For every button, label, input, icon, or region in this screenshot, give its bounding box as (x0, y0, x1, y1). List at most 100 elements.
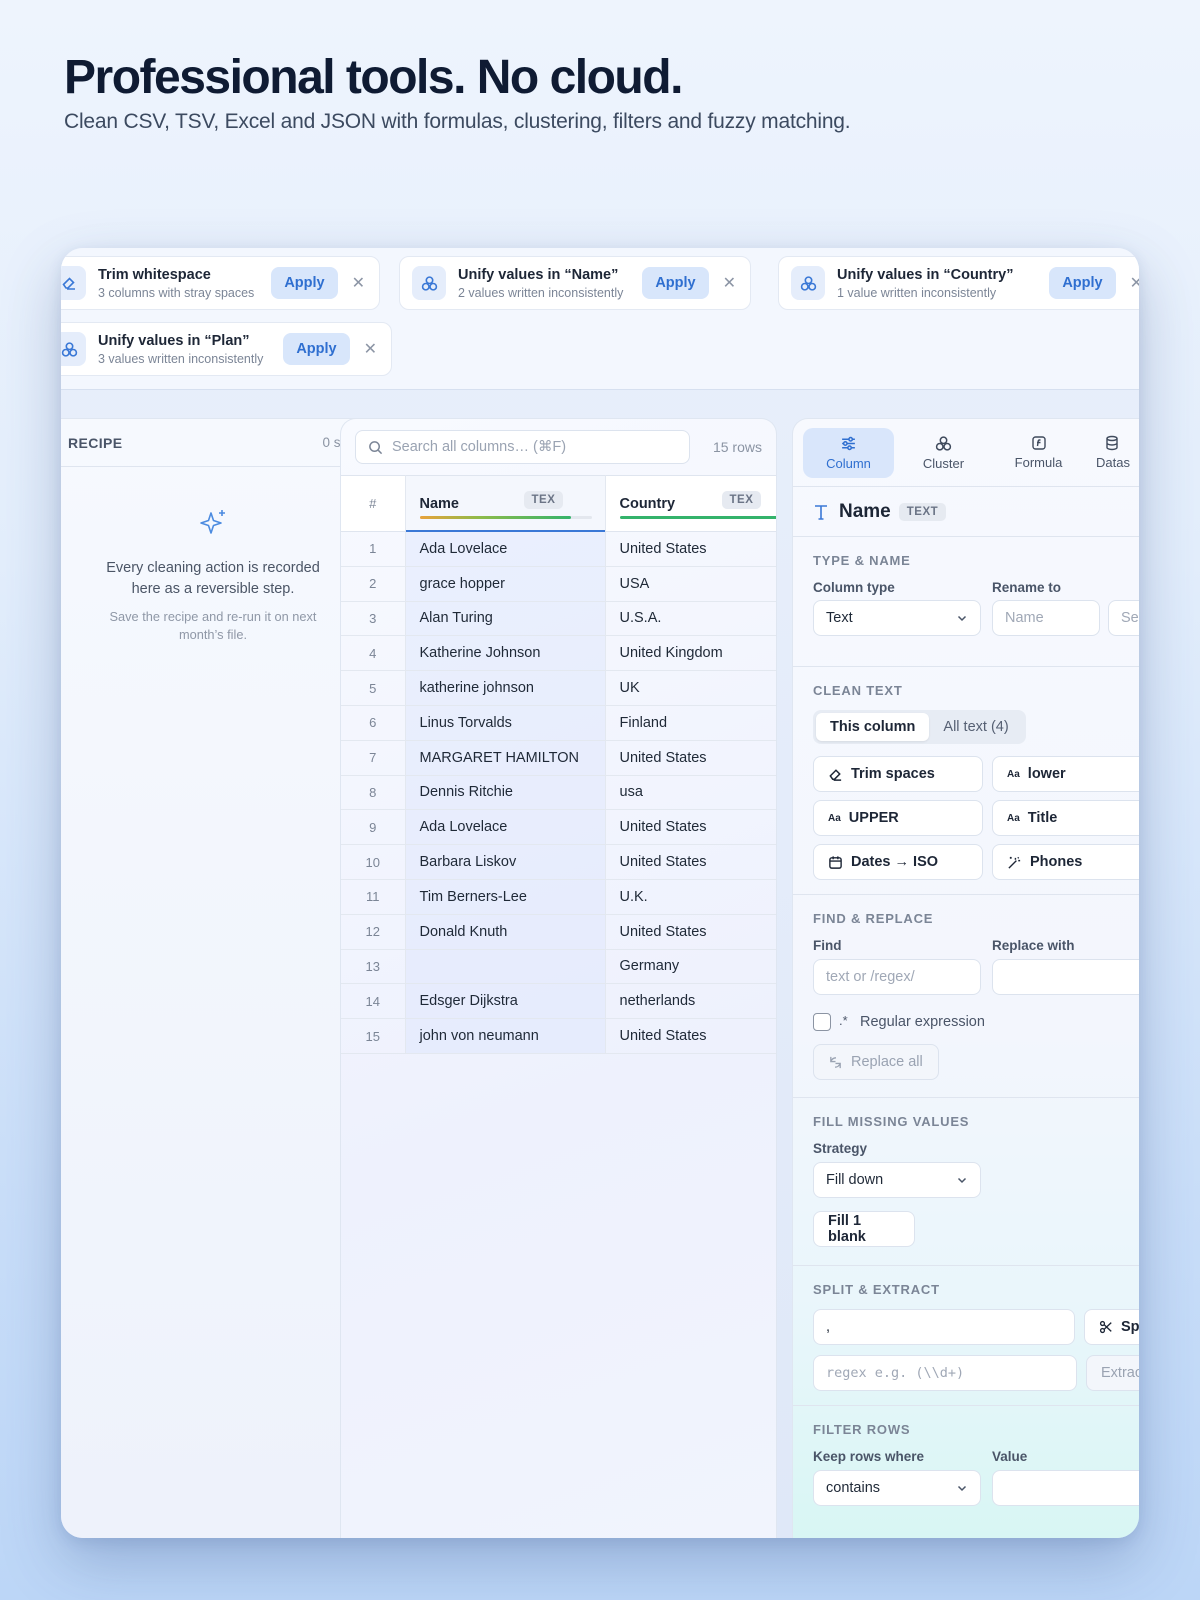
cell-country[interactable]: United States (605, 1018, 776, 1054)
suggestion-card: Unify values in “Country” 1 value writte… (778, 256, 1139, 310)
tab-label: Column (826, 455, 871, 471)
cell-country[interactable]: UK (605, 670, 776, 706)
table-row[interactable]: 13 Germany (341, 949, 776, 985)
cell-name[interactable]: Ada Lovelace (405, 809, 606, 846)
clean-text-section: CLEAN TEXT This column All text (4) Trim… (793, 667, 1139, 895)
split-button[interactable]: Spl (1084, 1309, 1139, 1345)
extract-button[interactable]: Extrac (1086, 1355, 1139, 1391)
table-row[interactable]: 5 katherine johnson UK (341, 670, 776, 706)
search-input[interactable]: Search all columns… (⌘F) (355, 430, 690, 464)
tab-cluster[interactable]: Cluster (898, 428, 989, 478)
apply-button[interactable]: Apply (271, 267, 338, 299)
grid-toolbar: Search all columns… (⌘F) 15 rows (341, 419, 776, 475)
cell-name[interactable]: Dennis Ritchie (405, 775, 606, 811)
hero-subtitle: Clean CSV, TSV, Excel and JSON with form… (64, 110, 851, 133)
row-index: 6 (341, 705, 406, 741)
titlecase-button[interactable]: Aa Title (992, 800, 1139, 836)
cell-name[interactable]: Katherine Johnson (405, 635, 606, 672)
cluster-icon (61, 332, 86, 366)
phones-button[interactable]: Phones (992, 844, 1139, 880)
cell-country[interactable]: Finland (605, 705, 776, 741)
column-header-country[interactable]: Country TEX (605, 475, 776, 532)
suggestion-subtitle: 1 value written inconsistently (837, 285, 997, 300)
cell-country[interactable]: United States (605, 531, 776, 567)
tab-column[interactable]: Column (803, 427, 894, 478)
delimiter-input[interactable]: , (813, 1309, 1075, 1345)
lowercase-button[interactable]: Aa lower (992, 756, 1139, 792)
tab-dataset[interactable]: Datas (1088, 428, 1139, 478)
fill-blank-button[interactable]: Fill 1 blank (813, 1211, 915, 1247)
regex-input[interactable]: regex e.g. (\\d+) (813, 1355, 1077, 1391)
cell-country[interactable]: United States (605, 809, 776, 846)
filter-value-input[interactable] (992, 1470, 1139, 1506)
scope-this-column[interactable]: This column (816, 713, 930, 741)
table-row[interactable]: 8 Dennis Ritchie usa (341, 775, 776, 811)
table-row[interactable]: 1 Ada Lovelace United States (341, 531, 776, 567)
scope-all-text[interactable]: All text (4) (929, 713, 1022, 741)
regex-checkbox[interactable] (813, 1013, 831, 1031)
tab-formula[interactable]: Formula (993, 428, 1084, 478)
strategy-select[interactable]: Fill down (813, 1162, 981, 1198)
table-row[interactable]: 3 Alan Turing U.S.A. (341, 601, 776, 637)
apply-button[interactable]: Apply (283, 333, 350, 365)
cell-country[interactable]: usa (605, 775, 776, 811)
cell-name[interactable]: MARGARET HAMILTON (405, 740, 606, 776)
cell-name[interactable]: Tim Berners-Lee (405, 879, 606, 915)
replace-input[interactable] (992, 959, 1139, 995)
dismiss-icon[interactable]: ✕ (723, 273, 736, 293)
dates-iso-button[interactable]: Dates → ISO (813, 844, 983, 880)
text-type-icon (813, 503, 829, 521)
cell-name[interactable]: john von neumann (405, 1018, 606, 1054)
table-row[interactable]: 4 Katherine Johnson United Kingdom (341, 635, 776, 672)
rename-input[interactable]: Name (992, 600, 1100, 636)
cell-country[interactable]: U.S.A. (605, 601, 776, 637)
dismiss-icon[interactable]: ✕ (364, 339, 377, 359)
apply-button[interactable]: Apply (642, 267, 709, 299)
dismiss-icon[interactable]: ✕ (1130, 273, 1139, 293)
recipe-empty-state: Every cleaning action is recorded here a… (61, 467, 384, 644)
cell-name[interactable]: Barbara Liskov (405, 844, 606, 880)
replace-all-button[interactable]: Replace all (813, 1044, 939, 1080)
table-row[interactable]: 15 john von neumann United States (341, 1018, 776, 1054)
table-row[interactable]: 2 grace hopper USA (341, 566, 776, 602)
find-input[interactable]: text or /regex/ (813, 959, 981, 995)
rename-placeholder: Name (1005, 610, 1044, 626)
table-row[interactable]: 11 Tim Berners-Lee U.K. (341, 879, 776, 915)
trim-spaces-button[interactable]: Trim spaces (813, 756, 983, 792)
cell-name[interactable]: Ada Lovelace (405, 531, 606, 567)
table-row[interactable]: 14 Edsger Dijkstra netherlands (341, 983, 776, 1020)
table-row[interactable]: 7 MARGARET HAMILTON United States (341, 740, 776, 776)
row-index: 5 (341, 670, 406, 706)
cell-name[interactable]: grace hopper (405, 566, 606, 602)
condition-select[interactable]: contains (813, 1470, 981, 1506)
cell-name[interactable]: katherine johnson (405, 670, 606, 706)
cell-name[interactable]: Edsger Dijkstra (405, 983, 606, 1020)
table-row[interactable]: 6 Linus Torvalds Finland (341, 705, 776, 741)
cell-country[interactable]: United States (605, 844, 776, 880)
uppercase-button[interactable]: Aa UPPER (813, 800, 983, 836)
strategy-label: Strategy (813, 1141, 868, 1156)
cell-name[interactable] (405, 949, 606, 985)
cell-name[interactable]: Alan Turing (405, 601, 606, 637)
table-row[interactable]: 12 Donald Knuth United States (341, 914, 776, 950)
cell-name[interactable]: Linus Torvalds (405, 705, 606, 741)
cell-name[interactable]: Donald Knuth (405, 914, 606, 950)
secondary-input[interactable]: Se (1108, 600, 1139, 636)
cell-country[interactable]: United Kingdom (605, 635, 776, 672)
column-header-name[interactable]: Name TEX (405, 475, 606, 532)
apply-button[interactable]: Apply (1049, 267, 1116, 299)
cell-country[interactable]: USA (605, 566, 776, 602)
column-type-select[interactable]: Text (813, 600, 981, 636)
table-row[interactable]: 9 Ada Lovelace United States (341, 809, 776, 846)
cell-country[interactable]: Germany (605, 949, 776, 985)
cell-country[interactable]: netherlands (605, 983, 776, 1020)
dismiss-icon[interactable]: ✕ (352, 273, 365, 293)
delimiter-value: , (826, 1319, 831, 1335)
regex-label: Regular expression (860, 1014, 985, 1030)
cluster-icon (791, 266, 825, 300)
cell-country[interactable]: United States (605, 740, 776, 776)
cell-country[interactable]: United States (605, 914, 776, 950)
table-row[interactable]: 10 Barbara Liskov United States (341, 844, 776, 880)
cell-country[interactable]: U.K. (605, 879, 776, 915)
button-label: UPPER (848, 810, 899, 826)
